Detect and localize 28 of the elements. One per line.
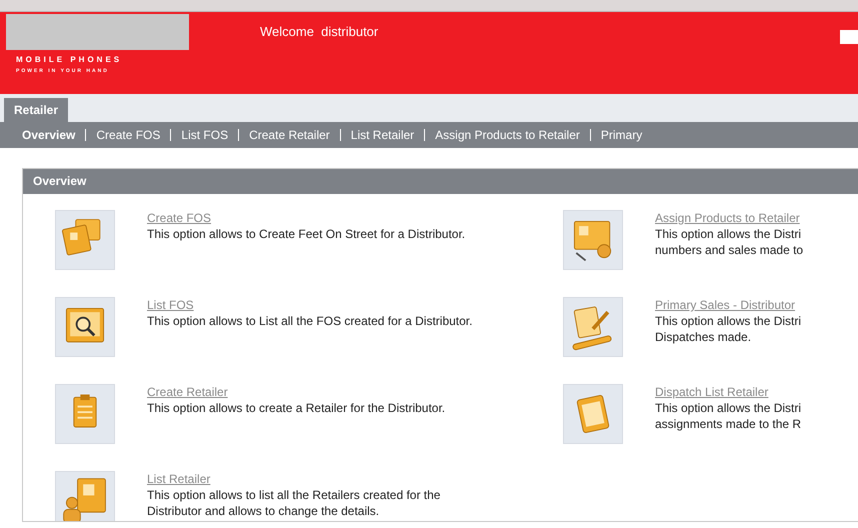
description-text: This option allows to List all the FOS created for a Distributor.	[147, 313, 474, 329]
option-link[interactable]: Primary Sales - Distributor	[655, 297, 802, 313]
nav-link[interactable]: List Retailer	[350, 126, 414, 144]
option-link[interactable]: Create Retailer	[147, 384, 492, 400]
description-text: This option allows to list all the Retailers created for the Distributor and allows to change the details.	[147, 487, 442, 519]
nav-link[interactable]: Create FOS	[96, 126, 160, 144]
description-text: This option allows to Create Feet On Street for a Distributor.	[147, 226, 466, 242]
description-text: assignments made to the R	[655, 416, 802, 432]
description-text: Dispatches made.	[655, 329, 752, 345]
description-text: numbers and sales made to	[655, 242, 804, 258]
option-link[interactable]: Dispatch List Retailer	[655, 384, 802, 400]
nav-link[interactable]: Overview	[22, 126, 76, 144]
welcome-text: Welcome distributor	[260, 23, 378, 41]
nav-link[interactable]: Assign Products to Retailer	[435, 126, 580, 144]
description-text: This option allows the Distri	[655, 226, 802, 242]
option-link[interactable]: Create FOS	[147, 210, 492, 226]
nav-link[interactable]: Create Retailer	[249, 126, 330, 144]
description-text: This option allows the Distri	[655, 400, 802, 416]
tab[interactable]: Retailer	[4, 98, 68, 122]
description-text: This option allows to create a Retailer for the Distributor.	[147, 400, 446, 416]
description-text: This option allows the Distri	[655, 313, 802, 329]
panel-title: Overview	[23, 169, 858, 194]
option-link[interactable]: List FOS	[147, 297, 492, 313]
option-link[interactable]: List Retailer	[147, 471, 492, 487]
nav-link[interactable]: Primary	[600, 126, 642, 144]
option-link[interactable]: Assign Products to Retailer	[655, 210, 804, 226]
tagline: MOBILE PHONES	[16, 54, 124, 66]
nav-link[interactable]: List FOS	[181, 126, 228, 144]
